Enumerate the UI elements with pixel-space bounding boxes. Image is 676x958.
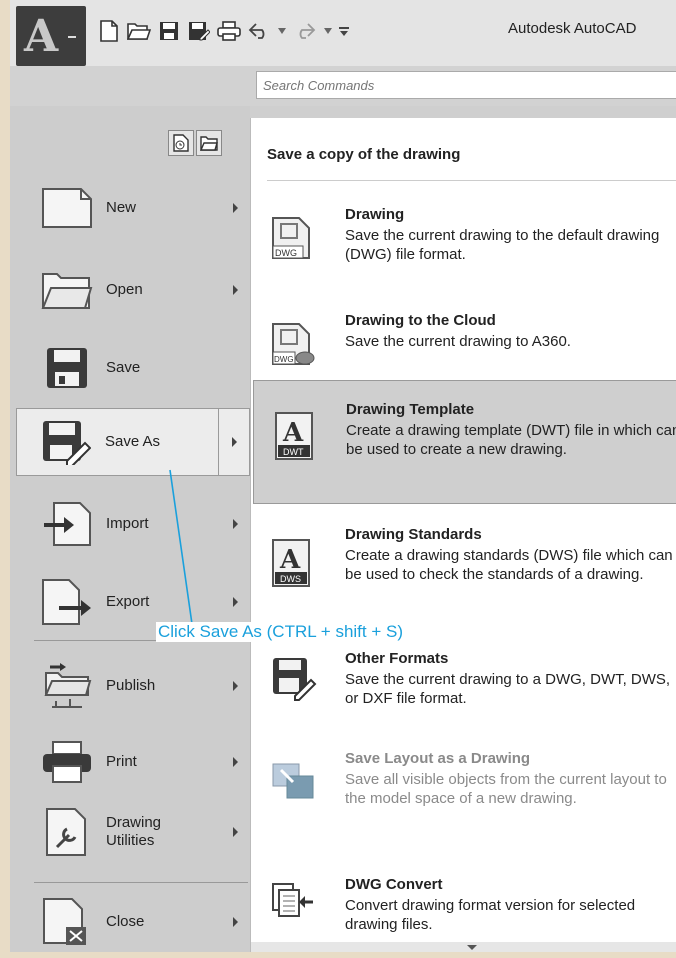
callout-leader-line xyxy=(169,469,193,625)
autocad-window: A Autodesk AutoCAD Search Commands New O… xyxy=(10,0,676,952)
callout-annotation: Click Save As (CTRL + shift + S) xyxy=(156,622,405,642)
